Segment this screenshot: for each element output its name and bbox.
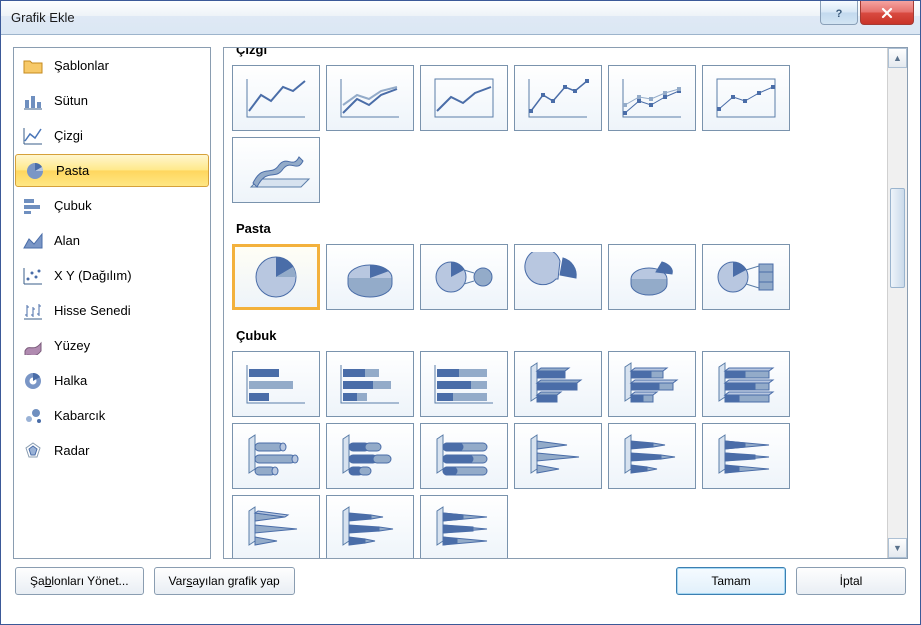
sidebar-item-area[interactable]: Alan [14,223,210,258]
manage-templates-button[interactable]: Şablonları Yönet... [15,567,144,595]
chart-thumb-bar-cone[interactable] [514,423,602,489]
sidebar-item-label: Halka [54,373,87,388]
sidebar-item-folder[interactable]: Şablonlar [14,48,210,83]
chart-category-sidebar: Şablonlar Sütun Çizgi Pasta Çubuk Alan X Y (Da… [13,47,211,559]
sidebar-item-label: Çubuk [54,198,92,213]
chart-thumb-line-markers[interactable] [514,65,602,131]
cancel-button[interactable]: İptal [796,567,906,595]
chart-thumb-bar-3d-stacked[interactable] [608,351,696,417]
close-button[interactable] [860,1,914,25]
scatter-icon [22,265,44,287]
chart-thumb-bar-3d-100stacked[interactable] [702,351,790,417]
chart-thumb-bar-pyramid-stacked[interactable] [326,495,414,558]
sidebar-item-label: Hisse Senedi [54,303,131,318]
chart-thumb-pie-of-pie[interactable] [420,244,508,310]
area-icon [22,230,44,252]
dialog-body: Şablonlar Sütun Çizgi Pasta Çubuk Alan X Y (Da… [1,35,920,559]
sidebar-item-label: Radar [54,443,89,458]
chart-thumb-bar-of-pie[interactable] [702,244,790,310]
sidebar-item-label: Sütun [54,93,88,108]
chart-thumb-line-3d[interactable] [232,137,320,203]
help-button[interactable]: ? [820,1,858,25]
sidebar-item-radar[interactable]: Radar [14,433,210,468]
sidebar-item-column[interactable]: Sütun [14,83,210,118]
scroll-down-arrow[interactable]: ▼ [888,538,907,558]
sidebar-item-scatter[interactable]: X Y (Dağılım) [14,258,210,293]
chart-thumb-bar-pyramid-100[interactable] [420,495,508,558]
category-header: Çubuk [232,320,879,349]
window-title: Grafik Ekle [11,10,75,25]
scroll-up-arrow[interactable]: ▲ [888,48,907,68]
stock-icon [22,300,44,322]
sidebar-item-label: Şablonlar [54,58,109,73]
sidebar-item-label: Pasta [56,163,89,178]
scroll-thumb[interactable] [890,188,905,288]
chart-gallery-pane: Çizgi Pasta Çubuk ▲ ▼ [223,47,908,559]
dialog-footer: Şablonları Yönet... Varsayılan grafik ya… [1,559,920,603]
column-icon [22,90,44,112]
thumb-row [232,63,879,213]
chart-thumb-line-stacked-markers[interactable] [608,65,696,131]
ok-button[interactable]: Tamam [676,567,786,595]
sidebar-item-label: Kabarcık [54,408,105,423]
thumb-row [232,349,879,558]
chart-thumb-bar-clustered[interactable] [232,351,320,417]
chart-thumb-line-100stacked[interactable] [420,65,508,131]
sidebar-item-label: Alan [54,233,80,248]
chart-thumb-bar-stacked[interactable] [326,351,414,417]
chart-thumb-pie-exploded[interactable] [514,244,602,310]
window-controls: ? [820,1,920,25]
chart-thumb-bar-cone-100[interactable] [702,423,790,489]
chart-thumb-bar-100stacked[interactable] [420,351,508,417]
chart-thumb-pie-3d[interactable] [326,244,414,310]
sidebar-item-label: Çizgi [54,128,83,143]
chart-thumb-bar-pyramid[interactable] [232,495,320,558]
titlebar: Grafik Ekle ? [1,1,920,35]
chart-thumb-pie-basic[interactable] [232,244,320,310]
radar-icon [22,440,44,462]
surface-icon [22,335,44,357]
chart-thumb-bar-3d-clustered[interactable] [514,351,602,417]
pie-icon [24,160,46,182]
folder-icon [22,55,44,77]
set-default-chart-button[interactable]: Varsayılan grafik yap [154,567,295,595]
sidebar-item-surface[interactable]: Yüzey [14,328,210,363]
chart-thumb-bar-cone-stacked[interactable] [608,423,696,489]
chart-thumb-bar-cylinder-100[interactable] [420,423,508,489]
chart-thumb-line-100-markers[interactable] [702,65,790,131]
chart-thumb-bar-cylinder[interactable] [232,423,320,489]
sidebar-item-line[interactable]: Çizgi [14,118,210,153]
bubble-icon [22,405,44,427]
sidebar-item-bubble[interactable]: Kabarcık [14,398,210,433]
sidebar-item-pie[interactable]: Pasta [15,154,209,187]
category-header: Çizgi [232,48,879,63]
svg-text:?: ? [836,8,843,20]
category-header: Pasta [232,213,879,242]
doughnut-icon [22,370,44,392]
chart-thumb-bar-cylinder-stacked[interactable] [326,423,414,489]
gallery-scrollbar[interactable]: ▲ ▼ [887,48,907,558]
sidebar-item-bar[interactable]: Çubuk [14,188,210,223]
bar-icon [22,195,44,217]
chart-thumb-pie-exploded-3d[interactable] [608,244,696,310]
chart-gallery: Çizgi Pasta Çubuk [224,48,887,558]
sidebar-item-label: X Y (Dağılım) [54,268,132,283]
chart-thumb-line-basic[interactable] [232,65,320,131]
chart-thumb-line-stacked[interactable] [326,65,414,131]
line-icon [22,125,44,147]
thumb-row [232,242,879,320]
sidebar-item-label: Yüzey [54,338,90,353]
sidebar-item-doughnut[interactable]: Halka [14,363,210,398]
sidebar-item-stock[interactable]: Hisse Senedi [14,293,210,328]
